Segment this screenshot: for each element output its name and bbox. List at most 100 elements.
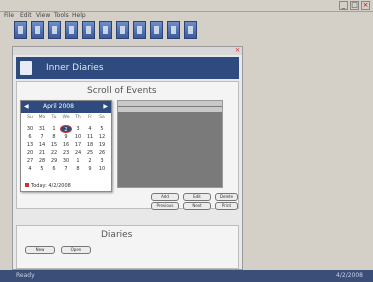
toolbar [14, 21, 214, 43]
calendar-header: ◀ April 2008 ▶ [21, 101, 111, 113]
calendar-day[interactable]: 5 [96, 125, 108, 133]
list-item[interactable] [118, 107, 222, 112]
calendar-day[interactable]: 28 [36, 157, 48, 165]
calendar-grid: 30 31 1 2 3 4 5 6 7 8 9 10 11 12 13 14 15 16 17 18 19 20 21 22 2… [24, 125, 108, 173]
calendar-day[interactable]: 1 [72, 157, 84, 165]
calendar-day[interactable]: 20 [24, 149, 36, 157]
next-button[interactable]: Next [183, 202, 211, 210]
app-header: Inner Diaries [16, 57, 239, 79]
calendar-day[interactable]: 5 [36, 165, 48, 173]
menu-tools[interactable]: Tools [54, 12, 69, 19]
calendar-weekday: Fr [87, 115, 93, 120]
calendar-month-label: April 2008 [43, 103, 74, 110]
new-diary-button[interactable]: New [25, 246, 55, 254]
calendar-day[interactable]: 24 [72, 149, 84, 157]
menu-view[interactable]: View [36, 12, 50, 19]
toolbar-reports-icon[interactable] [184, 21, 197, 39]
calendar-day[interactable]: 12 [96, 133, 108, 141]
calendar-day[interactable]: 30 [24, 125, 36, 133]
calendar-day[interactable]: 19 [96, 141, 108, 149]
calendar-prev-icon[interactable]: ◀ [24, 103, 29, 110]
main-title-bar[interactable]: _ □ × [0, 0, 373, 12]
menubar: File Edit View Tools Help [0, 12, 373, 20]
menu-edit[interactable]: Edit [20, 12, 32, 19]
calendar-day[interactable]: 7 [60, 165, 72, 173]
delete-event-button[interactable]: Delete [215, 193, 238, 201]
calendar-weekday: Su [27, 115, 33, 120]
toolbar-print-icon[interactable] [82, 21, 95, 39]
calendar-weekday: Sa [99, 115, 105, 120]
calendar-day[interactable]: 30 [60, 157, 72, 165]
list-item[interactable] [118, 101, 222, 106]
calendar-today[interactable]: Today: 4/2/2008 [25, 183, 71, 189]
add-event-button[interactable]: Add [151, 193, 179, 201]
calendar-day[interactable]: 4 [84, 125, 96, 133]
calendar-day[interactable]: 6 [48, 165, 60, 173]
toolbar-open-icon[interactable] [31, 21, 44, 39]
calendar-day[interactable]: 14 [36, 141, 48, 149]
maximize-button[interactable]: □ [350, 1, 359, 10]
calendar-popup: ◀ April 2008 ▶ Su Mo Tu We Th Fr Sa 30 31 1 2 3 4 5 6… [20, 100, 112, 192]
calendar-day[interactable]: 29 [48, 157, 60, 165]
calendar-day[interactable]: 17 [72, 141, 84, 149]
calendar-day[interactable]: 25 [84, 149, 96, 157]
calendar-weekday: We [62, 115, 70, 120]
toolbar-edit-icon[interactable] [48, 21, 61, 39]
calendar-day[interactable]: 13 [24, 141, 36, 149]
calendar-day[interactable]: 23 [60, 149, 72, 157]
toolbar-calendar-icon[interactable] [99, 21, 112, 39]
app-logo-icon [20, 61, 32, 75]
calendar-day[interactable]: 3 [96, 157, 108, 165]
toolbar-settings-icon[interactable] [133, 21, 146, 39]
calendar-day[interactable]: 26 [96, 149, 108, 157]
toolbar-notes-icon[interactable] [116, 21, 129, 39]
events-list[interactable] [117, 100, 223, 188]
calendar-next-icon[interactable]: ▶ [103, 103, 108, 110]
calendar-day[interactable]: 15 [48, 141, 60, 149]
calendar-weekday: Mo [38, 115, 46, 120]
calendar-day[interactable]: 27 [24, 157, 36, 165]
toolbar-help-icon[interactable] [150, 21, 163, 39]
calendar-day[interactable]: 4 [24, 165, 36, 173]
minimize-button[interactable]: _ [339, 1, 348, 10]
calendar-day[interactable]: 8 [48, 133, 60, 141]
calendar-day[interactable]: 10 [96, 165, 108, 173]
calendar-day[interactable]: 9 [84, 165, 96, 173]
open-diary-button[interactable]: Open [61, 246, 91, 254]
child-title-bar[interactable]: × [13, 47, 242, 55]
calendar-day[interactable]: 2 [84, 157, 96, 165]
status-date: 4/2/2008 [336, 272, 363, 279]
child-close-icon[interactable]: × [234, 47, 241, 54]
calendar-day[interactable]: 9 [60, 133, 72, 141]
window-controls: _ □ × [339, 1, 370, 10]
toolbar-users-icon[interactable] [167, 21, 180, 39]
calendar-day[interactable]: 10 [72, 133, 84, 141]
print-button[interactable]: Print [215, 202, 238, 210]
calendar-day[interactable]: 16 [60, 141, 72, 149]
events-panel-title: Scroll of Events [87, 86, 157, 96]
calendar-day[interactable]: 2 [60, 125, 72, 133]
toolbar-delete-icon[interactable] [65, 21, 78, 39]
toolbar-new-icon[interactable] [14, 21, 27, 39]
calendar-day[interactable]: 3 [72, 125, 84, 133]
edit-event-button[interactable]: Edit [183, 193, 211, 201]
screen: _ □ × File Edit View Tools Help × Inner … [0, 0, 373, 282]
calendar-day[interactable]: 31 [36, 125, 48, 133]
calendar-day[interactable]: 6 [24, 133, 36, 141]
calendar-day[interactable]: 8 [72, 165, 84, 173]
calendar-day[interactable]: 11 [84, 133, 96, 141]
calendar-day[interactable]: 1 [48, 125, 60, 133]
calendar-day[interactable]: 21 [36, 149, 48, 157]
calendar-day[interactable]: 7 [36, 133, 48, 141]
calendar-today-label: Today: 4/2/2008 [31, 183, 71, 189]
previous-button[interactable]: Previous [151, 202, 179, 210]
calendar-day[interactable]: 18 [84, 141, 96, 149]
today-marker-icon [25, 183, 29, 187]
diaries-panel-title: Diaries [101, 230, 133, 240]
calendar-day[interactable]: 22 [48, 149, 60, 157]
menu-file[interactable]: File [4, 12, 14, 19]
status-bar: Ready 4/2/2008 [0, 270, 373, 282]
close-button[interactable]: × [361, 1, 370, 10]
calendar-weekdays: Su Mo Tu We Th Fr Sa [24, 115, 108, 123]
menu-help[interactable]: Help [72, 12, 86, 19]
